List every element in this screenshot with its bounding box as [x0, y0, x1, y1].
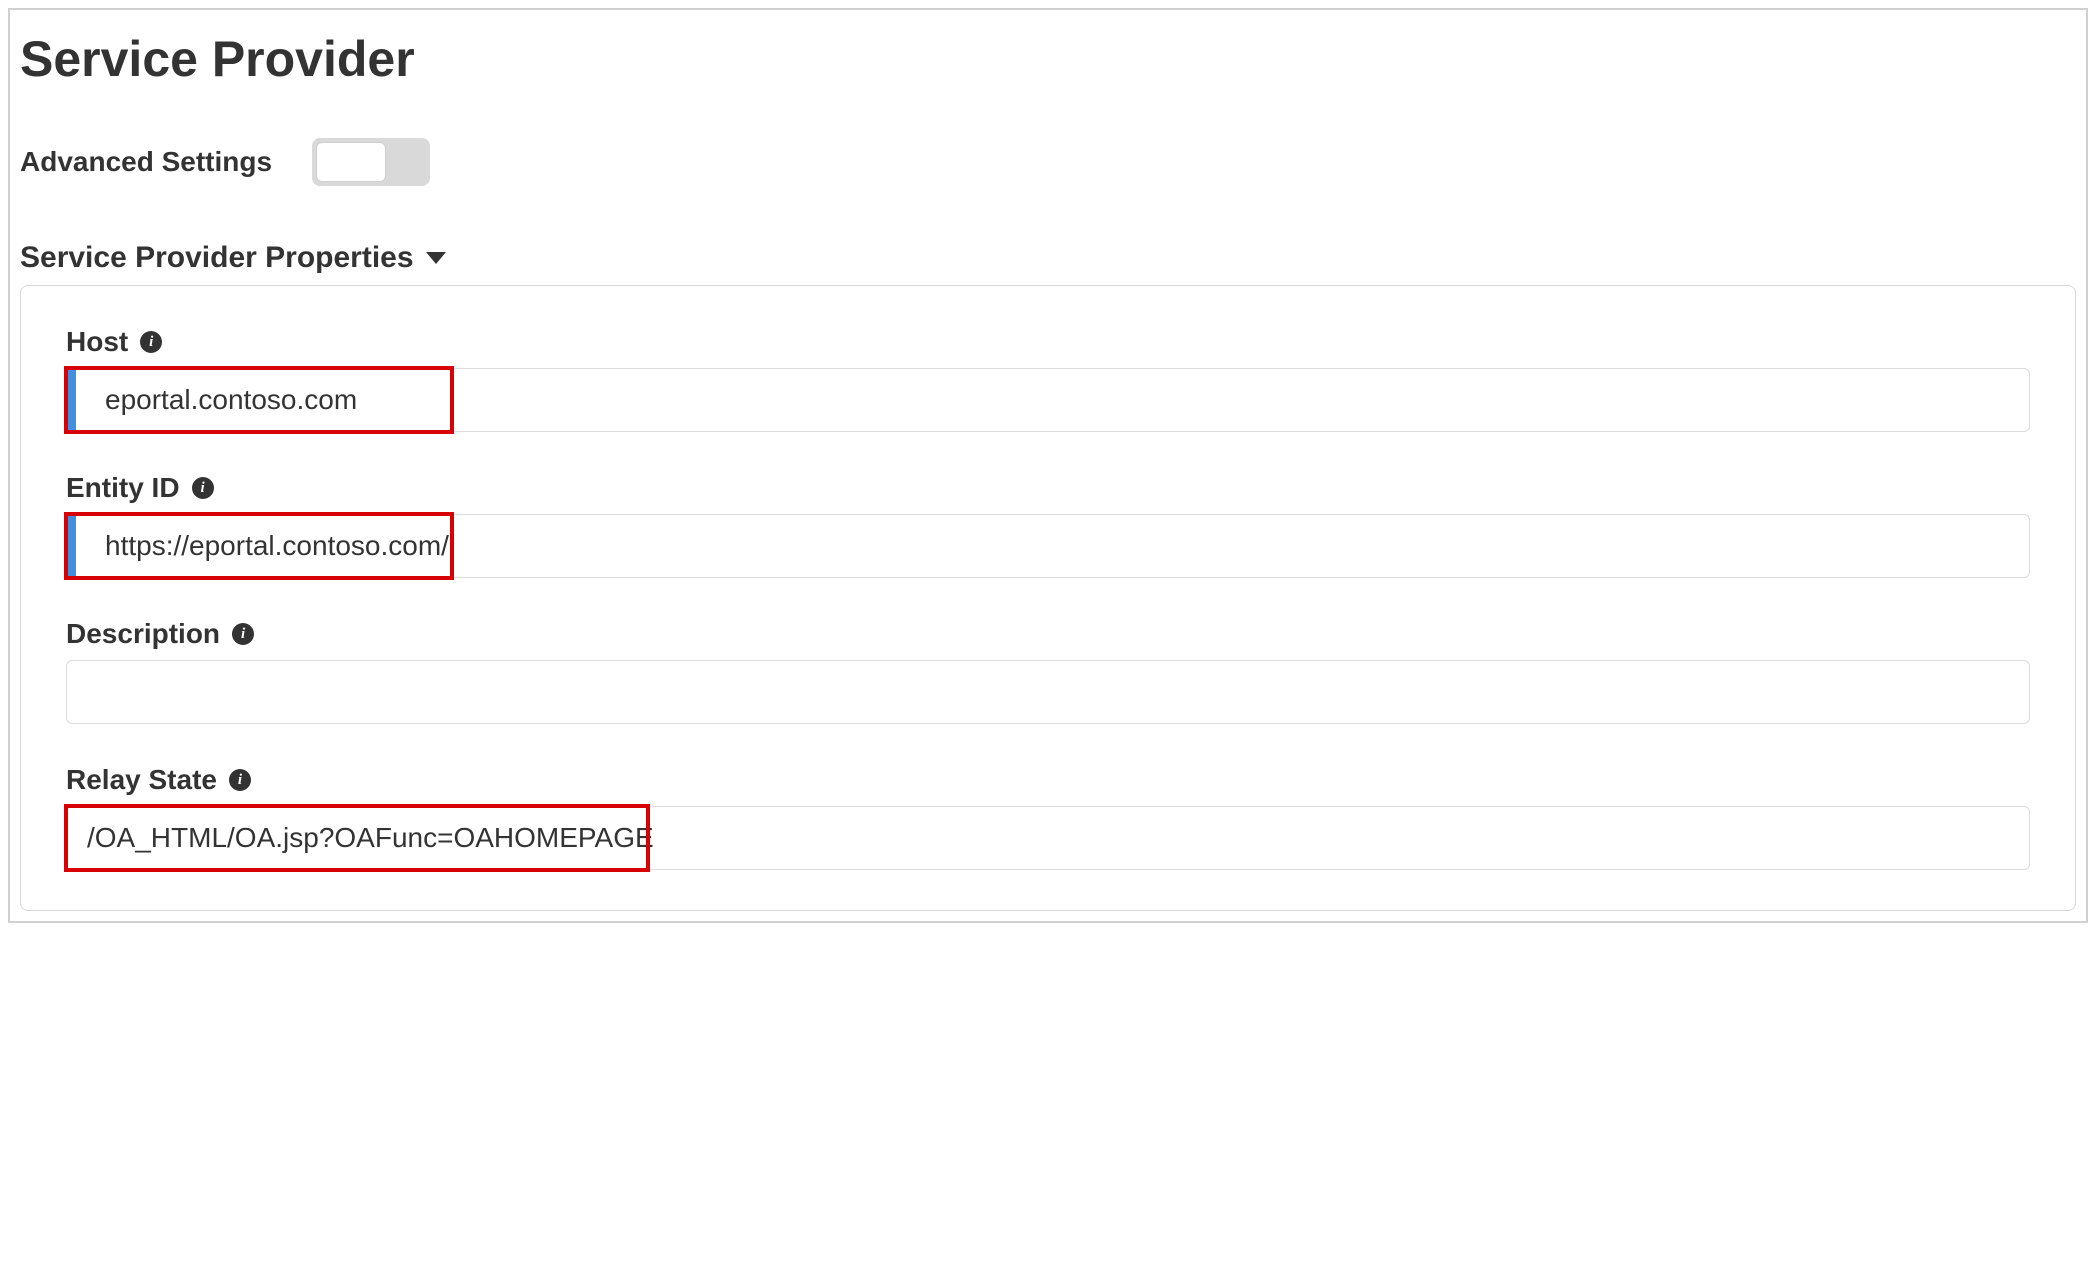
- entity-id-input[interactable]: [66, 514, 2030, 578]
- page-container: Service Provider Advanced Settings Servi…: [8, 8, 2088, 923]
- caret-down-icon: [426, 252, 446, 264]
- page-title: Service Provider: [20, 30, 2076, 88]
- entity-id-label-row: Entity ID i: [66, 472, 2030, 504]
- entity-id-input-wrap: [66, 514, 2030, 578]
- field-group-host: Host i: [66, 326, 2030, 432]
- input-focus-bar: [66, 368, 76, 432]
- info-icon[interactable]: i: [192, 477, 214, 499]
- relay-state-label: Relay State: [66, 764, 217, 796]
- input-focus-bar: [66, 514, 76, 578]
- description-input[interactable]: [66, 660, 2030, 724]
- field-group-description: Description i: [66, 618, 2030, 724]
- description-label-row: Description i: [66, 618, 2030, 650]
- field-group-relay-state: Relay State i: [66, 764, 2030, 870]
- relay-state-label-row: Relay State i: [66, 764, 2030, 796]
- entity-id-label: Entity ID: [66, 472, 180, 504]
- info-icon[interactable]: i: [140, 331, 162, 353]
- field-group-entity-id: Entity ID i: [66, 472, 2030, 578]
- relay-state-input[interactable]: [66, 806, 2030, 870]
- info-icon[interactable]: i: [232, 623, 254, 645]
- advanced-settings-label: Advanced Settings: [20, 146, 272, 178]
- toggle-knob: [316, 142, 386, 182]
- host-label: Host: [66, 326, 128, 358]
- host-label-row: Host i: [66, 326, 2030, 358]
- advanced-settings-row: Advanced Settings: [20, 138, 2076, 186]
- section-header-text: Service Provider Properties: [20, 241, 414, 275]
- advanced-settings-toggle[interactable]: [312, 138, 430, 186]
- info-icon[interactable]: i: [229, 769, 251, 791]
- description-label: Description: [66, 618, 220, 650]
- service-provider-properties-panel: Host i Entity ID i Descrip: [20, 285, 2076, 911]
- service-provider-properties-header[interactable]: Service Provider Properties: [20, 241, 2076, 275]
- relay-state-input-wrap: [66, 806, 2030, 870]
- host-input[interactable]: [66, 368, 2030, 432]
- host-input-wrap: [66, 368, 2030, 432]
- description-input-wrap: [66, 660, 2030, 724]
